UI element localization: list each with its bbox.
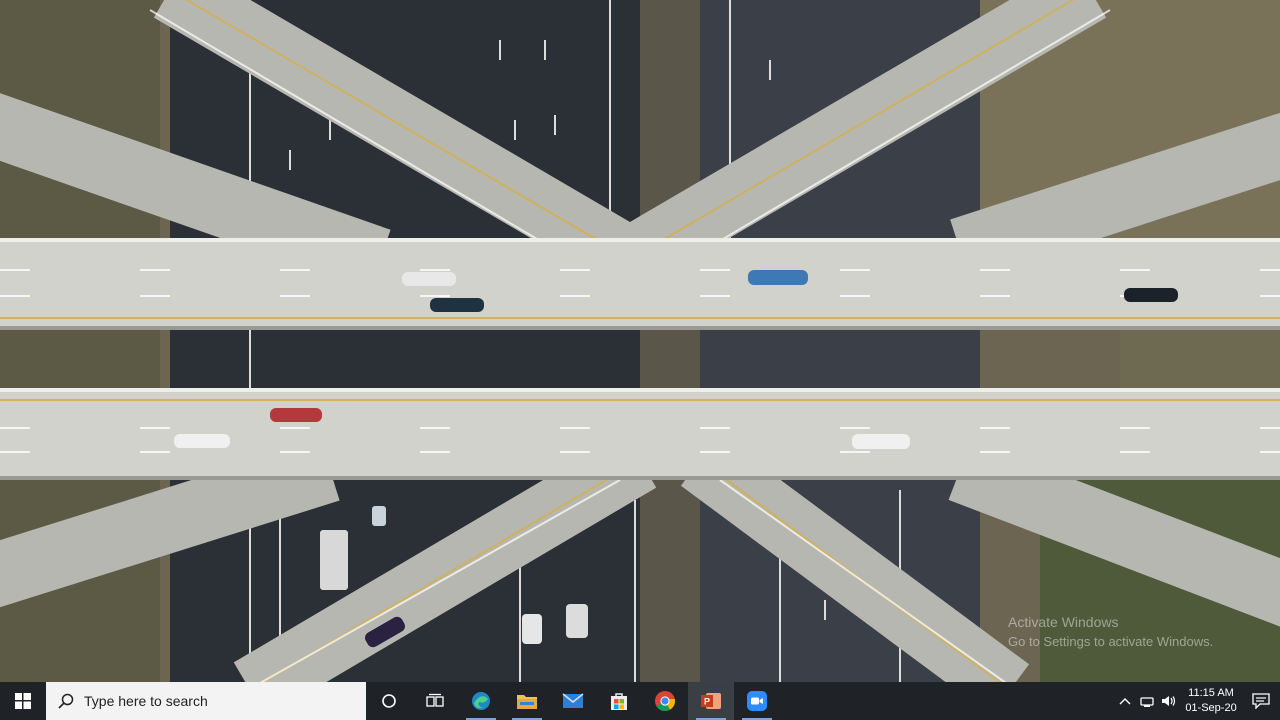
task-view-icon	[426, 693, 444, 707]
watermark-title: Activate Windows	[1008, 614, 1119, 630]
start-button[interactable]	[0, 682, 46, 720]
taskbar-search-box[interactable]: Type here to search	[46, 682, 366, 720]
chrome-icon	[655, 691, 675, 711]
chevron-up-icon	[1119, 698, 1131, 705]
clock-date: 01-Sep-20	[1185, 702, 1237, 714]
task-view-button[interactable]	[412, 682, 458, 720]
activate-windows-watermark: Activate Windows Go to Settings to activ…	[1008, 612, 1213, 652]
network-icon	[1140, 697, 1154, 707]
desktop-wallpaper: Activate Windows Go to Settings to activ…	[0, 0, 1280, 682]
cortana-icon	[382, 694, 396, 708]
zoom-icon	[747, 691, 767, 711]
windows-logo-icon	[15, 693, 31, 709]
watermark-subtitle: Go to Settings to activate Windows.	[1008, 634, 1214, 649]
volume-button[interactable]	[1158, 682, 1180, 720]
show-hidden-icons-button[interactable]	[1114, 682, 1136, 720]
highway-interchange-image	[0, 0, 1280, 682]
notifications-icon	[1252, 693, 1270, 709]
edge-taskbar-button[interactable]	[458, 682, 504, 720]
svg-text:P: P	[704, 697, 710, 707]
action-center-button[interactable]	[1242, 682, 1280, 720]
edge-icon	[472, 692, 490, 710]
mail-taskbar-button[interactable]	[550, 682, 596, 720]
clock-time: 11:15 AM	[1188, 687, 1234, 699]
microsoft-store-taskbar-button[interactable]	[596, 682, 642, 720]
file-explorer-icon	[517, 695, 537, 709]
chrome-taskbar-button[interactable]	[642, 682, 688, 720]
mail-icon	[562, 693, 584, 708]
search-placeholder: Type here to search	[84, 693, 208, 709]
powerpoint-icon: P	[701, 693, 721, 709]
powerpoint-taskbar-button[interactable]: P	[688, 682, 734, 720]
volume-icon	[1162, 696, 1176, 706]
microsoft-store-icon	[611, 693, 627, 710]
file-explorer-taskbar-button[interactable]	[504, 682, 550, 720]
taskbar: Type here to search P 11:15 AM 01-Sep-20	[0, 682, 1280, 720]
system-tray: 11:15 AM 01-Sep-20	[1114, 682, 1280, 720]
zoom-taskbar-button[interactable]	[734, 682, 780, 720]
taskbar-clock[interactable]: 11:15 AM 01-Sep-20	[1180, 686, 1242, 716]
cortana-button[interactable]	[366, 682, 412, 720]
network-button[interactable]	[1136, 682, 1158, 720]
search-icon	[58, 693, 74, 709]
